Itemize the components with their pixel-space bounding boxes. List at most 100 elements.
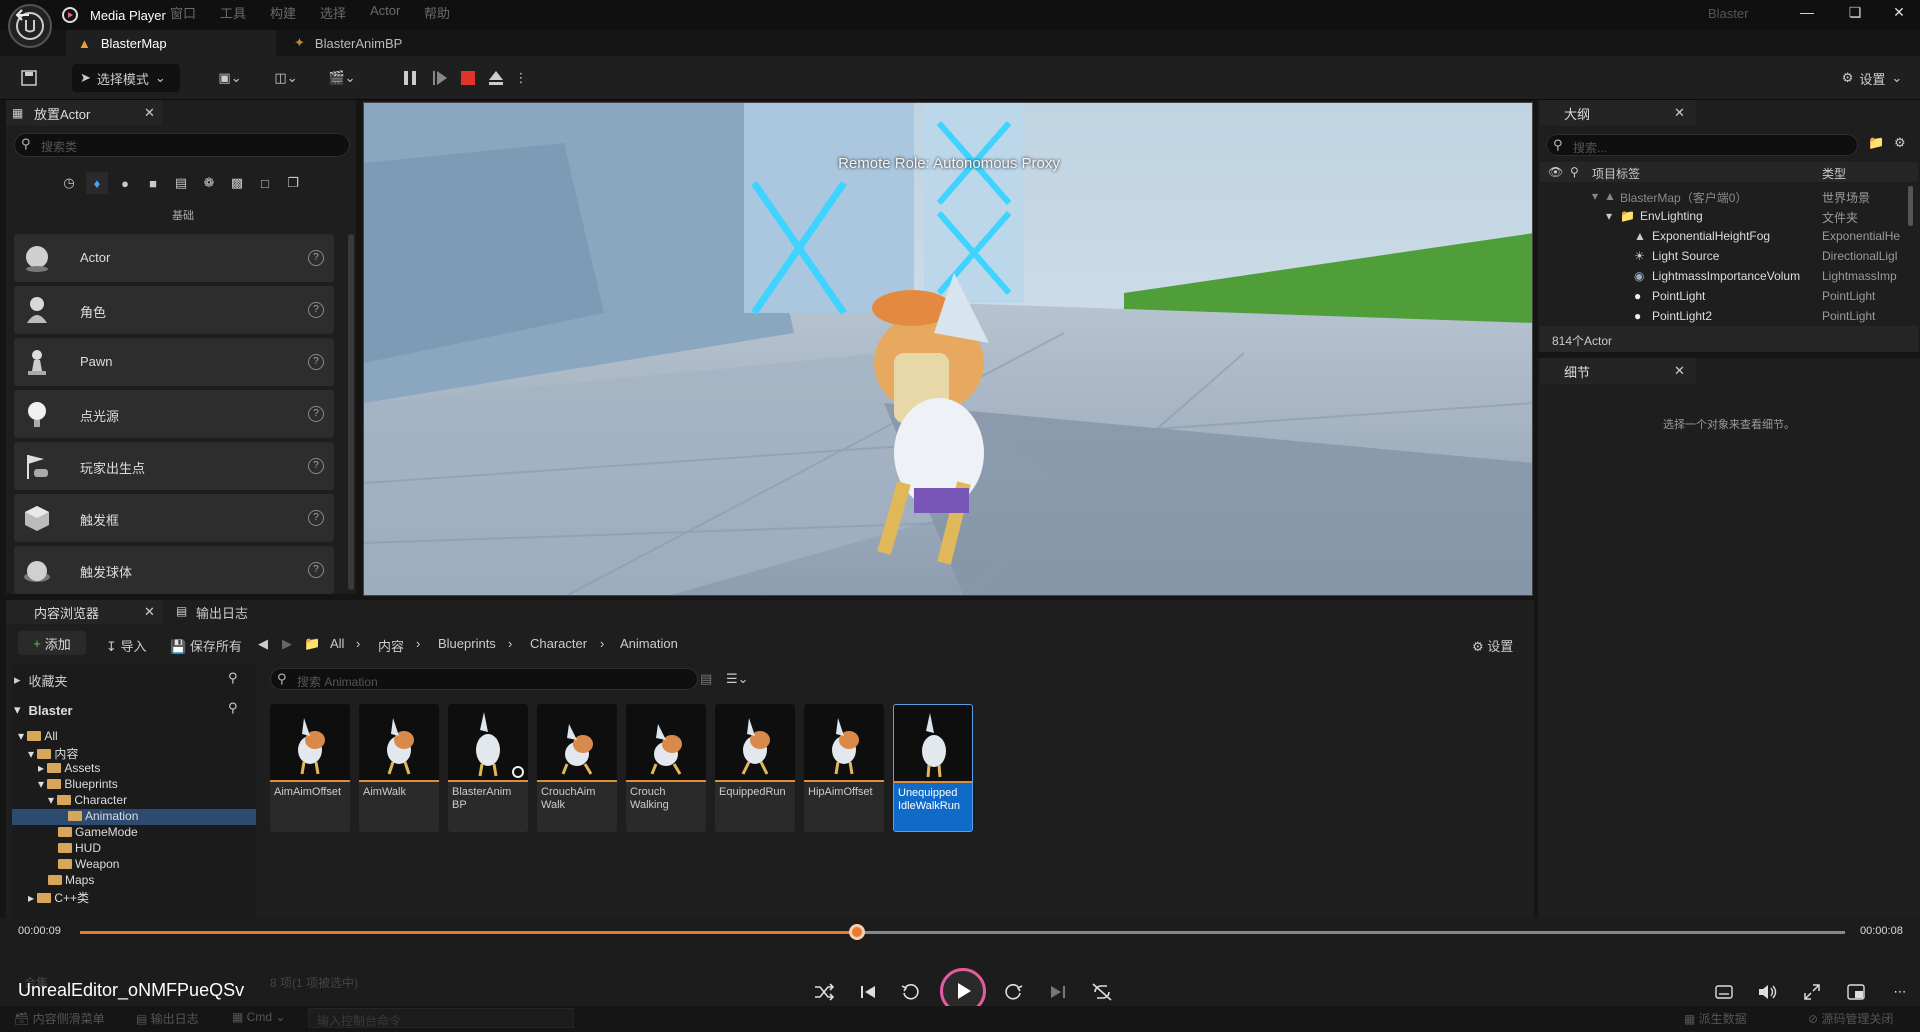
outliner-row[interactable]: ☀ Light Source DirectionalLigl: [1540, 246, 1912, 266]
outliner-row[interactable]: ▲ ExponentialHeightFog ExponentialHe: [1540, 226, 1912, 246]
breadcrumb-content[interactable]: 内容: [378, 636, 404, 655]
restore-icon[interactable]: ❏: [1840, 4, 1870, 26]
column-item-label[interactable]: 项目标签: [1592, 165, 1640, 182]
add-actor-icon[interactable]: ▣⌄: [210, 64, 250, 92]
filter-icon[interactable]: ☰⌄: [726, 671, 749, 687]
repeat-off-icon[interactable]: [1090, 980, 1114, 1004]
level-viewport[interactable]: Remote Role: Autonomous Proxy: [363, 102, 1533, 596]
more-options-icon[interactable]: ⋯: [1888, 980, 1912, 1004]
outliner-row[interactable]: ▾ 📁 EnvLighting 文件夹: [1540, 206, 1912, 226]
help-icon[interactable]: ?: [308, 510, 324, 526]
gear-icon[interactable]: ⚙: [1894, 135, 1906, 151]
add-button[interactable]: + 添加: [18, 631, 86, 655]
asset-tile-selected[interactable]: Unequipped IdleWalkRun: [893, 704, 973, 832]
help-icon[interactable]: ?: [308, 302, 324, 318]
tab-details[interactable]: 细节: [1540, 358, 1696, 384]
actor-item-point-light[interactable]: 点光源 ?: [14, 390, 334, 438]
menu-build[interactable]: 构建: [270, 3, 296, 22]
history-back-icon[interactable]: ◀: [258, 636, 268, 652]
help-icon[interactable]: ?: [308, 250, 324, 266]
eject-icon[interactable]: [486, 64, 506, 92]
save-search-icon[interactable]: ▤: [700, 671, 712, 687]
visual-effects-icon[interactable]: ❁: [198, 172, 220, 194]
shuffle-icon[interactable]: [812, 980, 836, 1004]
visibility-icon[interactable]: 👁: [1548, 165, 1563, 179]
add-folder-icon[interactable]: 📁: [1868, 135, 1884, 151]
outliner-row[interactable]: ● PointLight2 PointLight: [1540, 306, 1912, 326]
recent-icon[interactable]: ◷: [58, 172, 80, 194]
cb-settings-button[interactable]: ⚙ 设置: [1472, 636, 1513, 655]
mini-player-icon[interactable]: [1844, 980, 1868, 1004]
menu-window[interactable]: 窗口: [170, 3, 196, 22]
pause-icon[interactable]: [400, 64, 420, 92]
folder-character[interactable]: ▾ Character: [12, 793, 256, 809]
content-drawer-button[interactable]: 🗃 内容侧滑菜单: [14, 1010, 105, 1027]
tab-content-browser[interactable]: 内容浏览器: [6, 600, 162, 624]
close-tab-icon[interactable]: ✕: [144, 105, 155, 121]
search-icon[interactable]: ⚲: [228, 700, 238, 716]
menu-tools[interactable]: 工具: [220, 3, 246, 22]
menu-select[interactable]: 选择: [320, 3, 346, 22]
help-icon[interactable]: ?: [308, 458, 324, 474]
asset-tile[interactable]: AimWalk: [359, 704, 439, 832]
next-icon[interactable]: [1046, 980, 1070, 1004]
folder-assets[interactable]: ▸ Assets: [12, 761, 256, 777]
select-mode-dropdown[interactable]: ➤ 选择模式 ⌄: [72, 64, 180, 92]
asset-tile[interactable]: AimAimOffset: [270, 704, 350, 832]
folder-cpp-classes[interactable]: ▸ C++类: [12, 889, 256, 905]
history-forward-icon[interactable]: ▶: [282, 636, 292, 652]
seek-handle[interactable]: [848, 924, 865, 940]
help-icon[interactable]: ?: [308, 406, 324, 422]
outliner-search[interactable]: ⚲ 搜索...: [1546, 134, 1858, 156]
folder-content[interactable]: ▾ 内容: [12, 745, 256, 761]
close-tab-icon[interactable]: ✕: [1674, 105, 1685, 121]
console-input[interactable]: 输入控制台命令: [308, 1008, 574, 1028]
search-icon[interactable]: ⚲: [228, 670, 238, 686]
volume-icon[interactable]: [1756, 980, 1780, 1004]
folder-animation[interactable]: Animation: [12, 809, 256, 825]
settings-button[interactable]: ⚙ 设置 ⌄: [1834, 64, 1910, 92]
asset-tile[interactable]: CrouchAim Walk: [537, 704, 617, 832]
actor-item-trigger-box[interactable]: 触发框 ?: [14, 494, 334, 542]
step-icon[interactable]: [430, 64, 450, 92]
breadcrumb-character[interactable]: Character: [530, 636, 587, 651]
tab-outliner[interactable]: 大纲: [1540, 100, 1696, 126]
cinematics-icon[interactable]: 🎬⌄: [322, 64, 362, 92]
outliner-row[interactable]: ● PointLight PointLight: [1540, 286, 1912, 306]
captions-icon[interactable]: [1712, 980, 1736, 1004]
outliner-scrollbar[interactable]: [1908, 186, 1913, 226]
derived-data-button[interactable]: ▦ 派生数据: [1684, 1010, 1747, 1027]
stop-icon[interactable]: [458, 64, 478, 92]
actor-item-player-start[interactable]: 玩家出生点 ?: [14, 442, 334, 490]
chevron-down-icon[interactable]: ▾: [1606, 209, 1612, 223]
geometry-icon[interactable]: ▩: [226, 172, 248, 194]
actor-item-character[interactable]: 角色 ?: [14, 286, 334, 334]
help-icon[interactable]: ?: [308, 354, 324, 370]
asset-tile[interactable]: Crouch Walking: [626, 704, 706, 832]
actor-item-trigger-sphere[interactable]: 触发球体 ?: [14, 546, 334, 594]
favorites-header[interactable]: ▸ 收藏夹: [14, 670, 250, 690]
tab-blasteranimbp[interactable]: ✦ BlasterAnimBP: [282, 30, 482, 56]
asset-search[interactable]: ⚲ 搜索 Animation: [270, 668, 698, 690]
close-icon[interactable]: ✕: [1884, 4, 1914, 26]
chevron-down-icon[interactable]: ▾: [1592, 189, 1598, 203]
folder-blueprints[interactable]: ▾ Blueprints: [12, 777, 256, 793]
tab-blastermap[interactable]: ▲ BlasterMap: [66, 30, 276, 56]
save-icon[interactable]: [16, 64, 42, 92]
all-classes-icon[interactable]: ❐: [282, 172, 304, 194]
minimize-icon[interactable]: —: [1792, 4, 1822, 26]
cmd-dropdown[interactable]: ▦ Cmd ⌄: [232, 1010, 285, 1024]
volumes-icon[interactable]: □: [254, 172, 276, 194]
more-options-icon[interactable]: ⋮: [515, 64, 528, 92]
shapes-icon[interactable]: ■: [142, 172, 164, 194]
breadcrumb-animation[interactable]: Animation: [620, 636, 678, 651]
pin-icon[interactable]: ⚲: [1570, 165, 1579, 179]
actor-item-actor[interactable]: Actor ?: [14, 234, 334, 282]
asset-tile[interactable]: EquippedRun: [715, 704, 795, 832]
asset-tile[interactable]: BlasterAnim BP: [448, 704, 528, 832]
output-log-button[interactable]: ▤ 输出日志: [136, 1010, 199, 1027]
tab-place-actors[interactable]: 放置Actor: [6, 100, 162, 126]
forward-30-icon[interactable]: [1002, 980, 1026, 1004]
actor-item-pawn[interactable]: Pawn ?: [14, 338, 334, 386]
fullscreen-icon[interactable]: [1800, 980, 1824, 1004]
